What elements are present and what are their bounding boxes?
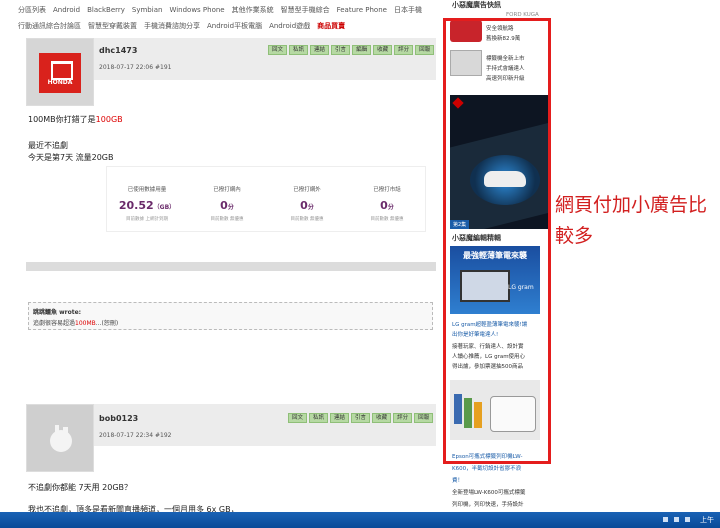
epson-ad-link[interactable]: 費！ (452, 476, 463, 484)
report-button[interactable]: 回報 (414, 413, 434, 423)
nav-row-2: 行動通訊綜合討論區 智慧型穿戴裝置 手機消費諮詢分享 Android平板電腦 A… (18, 18, 345, 34)
nav-link[interactable]: Android遊戲 (269, 21, 310, 31)
pm-button[interactable]: 私訊 (289, 45, 309, 55)
nav-link[interactable]: 智慧型穿戴裝置 (88, 21, 137, 31)
nav-link[interactable]: Android平板電腦 (207, 21, 262, 31)
rate-button[interactable]: 評分 (393, 413, 413, 423)
quote-body: 追劇很容易超過100MB...(恕刪) (33, 320, 119, 327)
rate-button[interactable]: 評分 (394, 45, 414, 55)
nav-link[interactable]: 其他作業系統 (232, 5, 274, 15)
avatar[interactable]: HONDA (26, 38, 94, 106)
epson-ad-desc: 列印機，列印快速，手持設計 (452, 502, 524, 508)
sidebar-title: 小惡魔廣告快訊 (452, 1, 501, 9)
arrow-icon[interactable] (663, 517, 668, 522)
post-footer-bar (26, 262, 436, 271)
nav-link[interactable]: 日本手機 (394, 5, 422, 15)
stat-offnet-calls: 已撥打網外 0分 目前數數 無優惠 (290, 187, 324, 222)
post-meta: 2018-07-17 22:06 #191 (99, 64, 172, 71)
nav-link[interactable]: BlackBerry (87, 6, 125, 14)
volume-icon[interactable] (685, 517, 690, 522)
nav-link[interactable]: Symbian (132, 6, 163, 14)
pm-button[interactable]: 私訊 (309, 413, 329, 423)
nav-link[interactable]: 手機消費諮詢分享 (144, 21, 200, 31)
annotation-text: 網頁付加小廣告比較多 (555, 194, 708, 247)
epson-ad-desc: 全新登場LW-K600可攜式標籤 (452, 490, 526, 496)
stat-onnet-calls: 已撥打網內 0分 目前數數 無優惠 (210, 187, 244, 222)
nav-link[interactable]: Windows Phone (169, 6, 224, 14)
favorite-button[interactable]: 收藏 (372, 413, 392, 423)
main-content: 分區列表 Android BlackBerry Symbian Windows … (18, 0, 436, 512)
nav-link[interactable]: Feature Phone (337, 6, 387, 14)
network-icon[interactable] (674, 517, 679, 522)
edit-button[interactable]: 編輯 (352, 45, 372, 55)
usage-stats-image: 已使用數據用量 20.52（GB） 目前數據 上網計到期 已撥打網內 0分 目前… (106, 166, 426, 232)
nav-link-hot[interactable]: 商品買賣 (317, 21, 345, 31)
post-username[interactable]: bob0123 (99, 414, 138, 423)
taskbar-clock[interactable]: 上午 (700, 515, 714, 525)
post-text: 最近不追劇 (28, 141, 68, 150)
quote-button[interactable]: 引言 (331, 45, 351, 55)
quote-header: 跳跳鱷魚 wrote: (33, 309, 82, 316)
post-text: 我也不追劇，頂多是看新聞直播頻道，一個月用多 6x GB， (28, 505, 239, 512)
post-username[interactable]: dhc1473 (99, 46, 137, 55)
stat-data-usage: 已使用數據用量 20.52（GB） 目前數據 上網計到期 (118, 187, 176, 222)
post-action-bar: 回文 私訊 連結 引言 編輯 收藏 評分 回報 (268, 45, 435, 55)
nav-link[interactable]: 分區列表 (18, 5, 46, 15)
quote-block: 跳跳鱷魚 wrote: 追劇很容易超過100MB...(恕刪) (28, 302, 433, 330)
post-meta: 2018-07-17 22:34 #192 (99, 432, 172, 439)
nav-link[interactable]: 行動通訊綜合討論區 (18, 21, 81, 31)
favorite-button[interactable]: 收藏 (373, 45, 393, 55)
default-avatar-icon (50, 425, 72, 452)
avatar[interactable] (26, 404, 94, 472)
reply-button[interactable]: 回文 (288, 413, 308, 423)
windows-taskbar: 上午 (0, 512, 720, 528)
link-button[interactable]: 連結 (330, 413, 350, 423)
epson-ad-link[interactable]: K600，半截切設計省膠不浪 (452, 464, 521, 472)
annotation-highlight-box (443, 18, 551, 464)
quote-button[interactable]: 引言 (351, 413, 371, 423)
forum-page: 分區列表 Android BlackBerry Symbian Windows … (0, 0, 720, 512)
report-button[interactable]: 回報 (415, 45, 435, 55)
honda-logo: HONDA (39, 53, 81, 93)
stat-landline-calls: 已撥打市話 0分 目前數數 無優惠 (370, 187, 404, 222)
nav-row-1: 分區列表 Android BlackBerry Symbian Windows … (18, 2, 422, 18)
post-action-bar: 回文 私訊 連結 引言 收藏 評分 回報 (288, 413, 434, 423)
post-text: 今天是第7天 流量20GB (28, 153, 114, 162)
reply-button[interactable]: 回文 (268, 45, 288, 55)
link-button[interactable]: 連結 (310, 45, 330, 55)
nav-link[interactable]: 智慧型手機綜合 (281, 5, 330, 15)
post-text: 100MB你打錯了是100GB (28, 115, 123, 124)
post-text: 不追劇你都能 7天用 20GB？ (28, 483, 133, 492)
system-tray[interactable] (663, 517, 690, 522)
nav-link[interactable]: Android (53, 6, 80, 14)
